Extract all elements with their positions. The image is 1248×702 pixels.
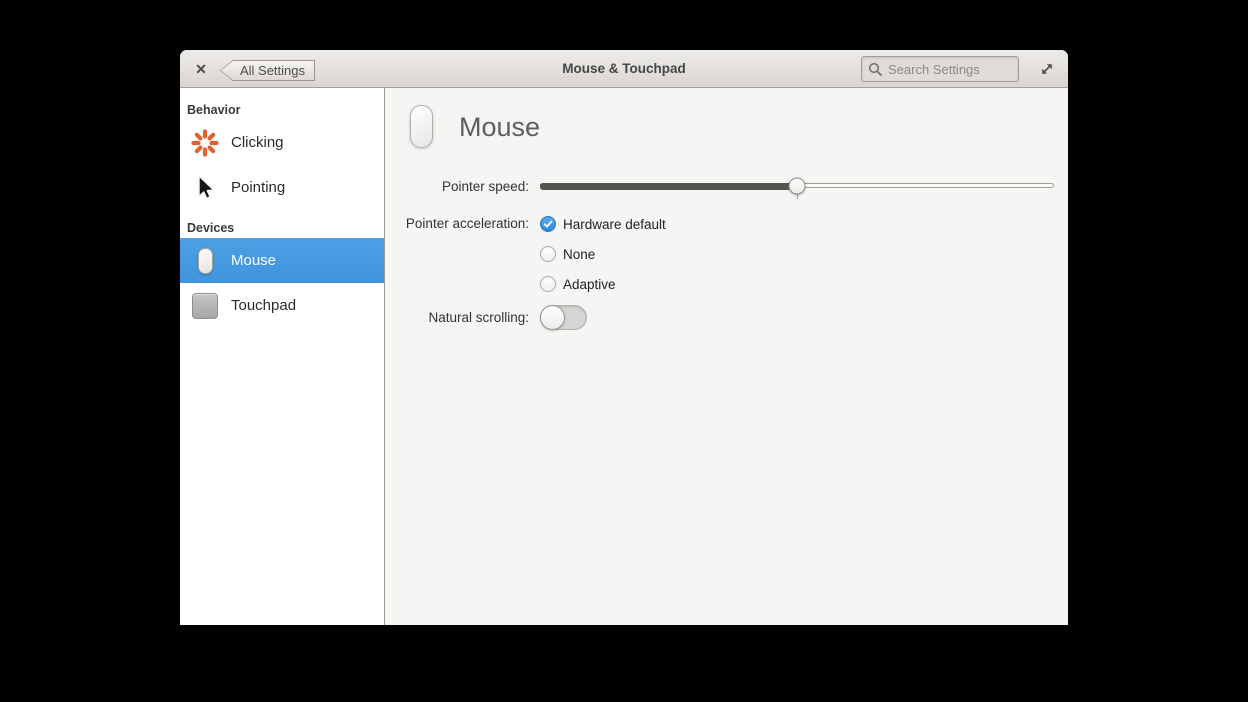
radio-label: Hardware default <box>563 216 666 232</box>
pointer-acceleration-row: Pointer acceleration: Hardware default N… <box>385 209 666 299</box>
sidebar-item-pointing[interactable]: Pointing <box>180 165 384 210</box>
starburst-icon <box>190 126 220 160</box>
radio-label: Adaptive <box>563 276 616 292</box>
pointer-speed-label: Pointer speed: <box>441 178 529 194</box>
radio-unchecked-icon[interactable] <box>540 246 556 262</box>
sidebar-header-behavior: Behavior <box>187 103 241 117</box>
sidebar: Behavior Clicking Pointing Devices Mouse… <box>180 88 385 625</box>
mouse-icon <box>190 244 220 278</box>
sidebar-item-touchpad[interactable]: Touchpad <box>180 283 384 328</box>
sidebar-item-clicking[interactable]: Clicking <box>180 120 384 165</box>
radio-unchecked-icon[interactable] <box>540 276 556 292</box>
radio-adaptive[interactable]: Adaptive <box>540 269 666 299</box>
settings-window: ✕ All Settings Mouse & Touchpad Behavior <box>180 50 1068 625</box>
pointer-acceleration-options: Hardware default None Adaptive <box>540 209 666 299</box>
sidebar-item-label: Mouse <box>231 252 277 269</box>
maximize-icon[interactable] <box>1038 60 1056 78</box>
check-icon <box>543 220 553 228</box>
radio-checked-icon[interactable] <box>540 216 556 232</box>
pointer-speed-slider[interactable] <box>540 173 1054 199</box>
page-header: Mouse <box>410 105 540 150</box>
mouse-settings-pane: Mouse Pointer speed: Pointer acceleratio… <box>385 88 1068 625</box>
touchpad-icon <box>190 289 220 323</box>
sidebar-item-label: Pointing <box>231 179 286 196</box>
search-input[interactable] <box>888 61 1012 77</box>
radio-hardware-default[interactable]: Hardware default <box>540 209 666 239</box>
pointer-speed-row: Pointer speed: <box>385 173 1068 199</box>
search-field[interactable] <box>861 56 1019 82</box>
sidebar-item-label: Clicking <box>231 134 284 151</box>
radio-label: None <box>563 246 596 262</box>
sidebar-header-devices: Devices <box>187 221 235 235</box>
slider-fill <box>540 183 797 190</box>
slider-handle[interactable] <box>788 177 806 195</box>
titlebar: ✕ All Settings Mouse & Touchpad <box>180 50 1068 88</box>
cursor-icon <box>190 171 220 205</box>
natural-scrolling-row: Natural scrolling: <box>385 303 587 331</box>
sidebar-item-label: Touchpad <box>231 297 297 314</box>
search-icon <box>868 62 882 76</box>
slider-center-tick <box>797 194 798 199</box>
mouse-icon <box>410 105 433 148</box>
natural-scrolling-toggle[interactable] <box>540 304 587 330</box>
sidebar-item-mouse[interactable]: Mouse <box>180 238 384 283</box>
radio-none[interactable]: None <box>540 239 666 269</box>
natural-scrolling-label: Natural scrolling: <box>428 309 529 325</box>
toggle-knob[interactable] <box>540 304 565 330</box>
page-title: Mouse <box>459 112 541 142</box>
pointer-acceleration-label: Pointer acceleration: <box>405 216 529 231</box>
